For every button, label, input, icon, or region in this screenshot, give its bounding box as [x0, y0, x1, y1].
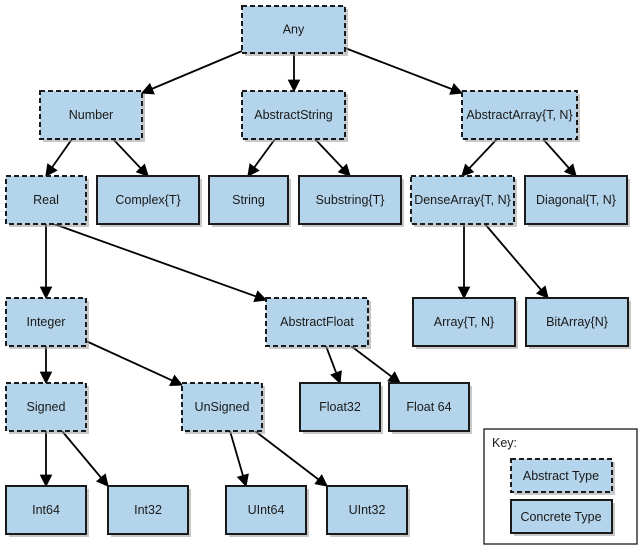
node-label: AbstractArray{T, N}: [466, 108, 572, 122]
type-hierarchy-diagram: Any Number AbstractString AbstractArray{T, …: [5, 5, 638, 545]
node-float32: Float32: [299, 382, 383, 434]
node-abstractstring: AbstractString: [241, 90, 348, 142]
node-label: Int64: [32, 503, 60, 517]
edge-unsigned-uint64-arrow: [229, 430, 249, 488]
edge-abstractstring-substring-arrow: [314, 138, 351, 177]
edge-abstractfloat-float32-arrow: [325, 345, 342, 385]
node-diagonal: Diagonal{T, N}: [524, 175, 630, 227]
edge-any-abstractarray-arrow: [344, 47, 464, 95]
node-densearray: DenseArray{T, N}: [410, 175, 517, 227]
node-label: Number: [69, 108, 113, 122]
node-real: Real: [5, 175, 89, 227]
node-label: Array{T, N}: [434, 315, 494, 329]
node-bitarray: BitArray{N}: [525, 297, 631, 349]
edge-integer-unsigned-arrow: [85, 340, 184, 387]
node-array: Array{T, N}: [412, 297, 518, 349]
legend-key: Key: Abstract Type Concrete Type: [483, 428, 638, 545]
edge-signed-int32-arrow: [61, 430, 109, 487]
node-label: AbstractString: [254, 108, 333, 122]
node-signed: Signed: [5, 382, 89, 434]
node-label: Diagonal{T, N}: [536, 193, 616, 207]
key-abstract-label: Abstract Type: [523, 469, 599, 483]
node-uint64: UInt64: [225, 485, 309, 537]
edge-abstractarray-diagonal-arrow: [542, 138, 577, 177]
node-label: UInt32: [349, 503, 386, 517]
node-label: UInt64: [248, 503, 285, 517]
key-title: Key:: [492, 436, 517, 450]
node-label: Complex{T}: [115, 193, 180, 207]
node-integer: Integer: [5, 297, 89, 349]
node-label: Signed: [27, 400, 66, 414]
edge-unsigned-uint32-arrow: [254, 430, 329, 487]
node-abstractarray: AbstractArray{T, N}: [461, 90, 580, 142]
node-any: Any: [241, 5, 348, 56]
node-number: Number: [39, 90, 145, 142]
node-label: Real: [33, 193, 59, 207]
edge-real-abstractfloat-arrow: [53, 223, 268, 303]
node-label: BitArray{N}: [546, 315, 608, 329]
node-abstractfloat: AbstractFloat: [265, 297, 371, 349]
node-label: Any: [283, 23, 305, 37]
node-label: Float32: [319, 400, 361, 414]
node-string: String: [208, 175, 291, 227]
edge-abstractstring-string-arrow: [247, 138, 276, 178]
node-int32: Int32: [107, 485, 191, 537]
node-substring: Substring{T}: [298, 175, 404, 227]
edge-densearray-bitarray-arrow: [484, 223, 549, 299]
node-label: Int32: [134, 503, 162, 517]
edge-number-complex-arrow: [112, 138, 149, 177]
node-int64: Int64: [5, 485, 89, 537]
node-label: String: [232, 193, 265, 207]
node-label: UnSigned: [195, 400, 250, 414]
node-label: Substring{T}: [316, 193, 385, 207]
node-label: AbstractFloat: [280, 315, 354, 329]
node-float64: Float 64: [388, 382, 472, 434]
node-label: Integer: [27, 315, 66, 329]
edge-any-number-arrow: [140, 50, 243, 95]
node-uint32: UInt32: [326, 485, 410, 537]
node-unsigned: UnSigned: [181, 382, 265, 434]
key-concrete-label: Concrete Type: [520, 510, 601, 524]
node-label: DenseArray{T, N}: [414, 193, 511, 207]
edge-number-real-arrow: [45, 138, 73, 178]
edge-abstractarray-densearray-arrow: [461, 138, 498, 177]
edge-abstractfloat-float64-arrow: [350, 345, 402, 384]
node-complex: Complex{T}: [96, 175, 202, 227]
node-label: Float 64: [406, 400, 451, 414]
